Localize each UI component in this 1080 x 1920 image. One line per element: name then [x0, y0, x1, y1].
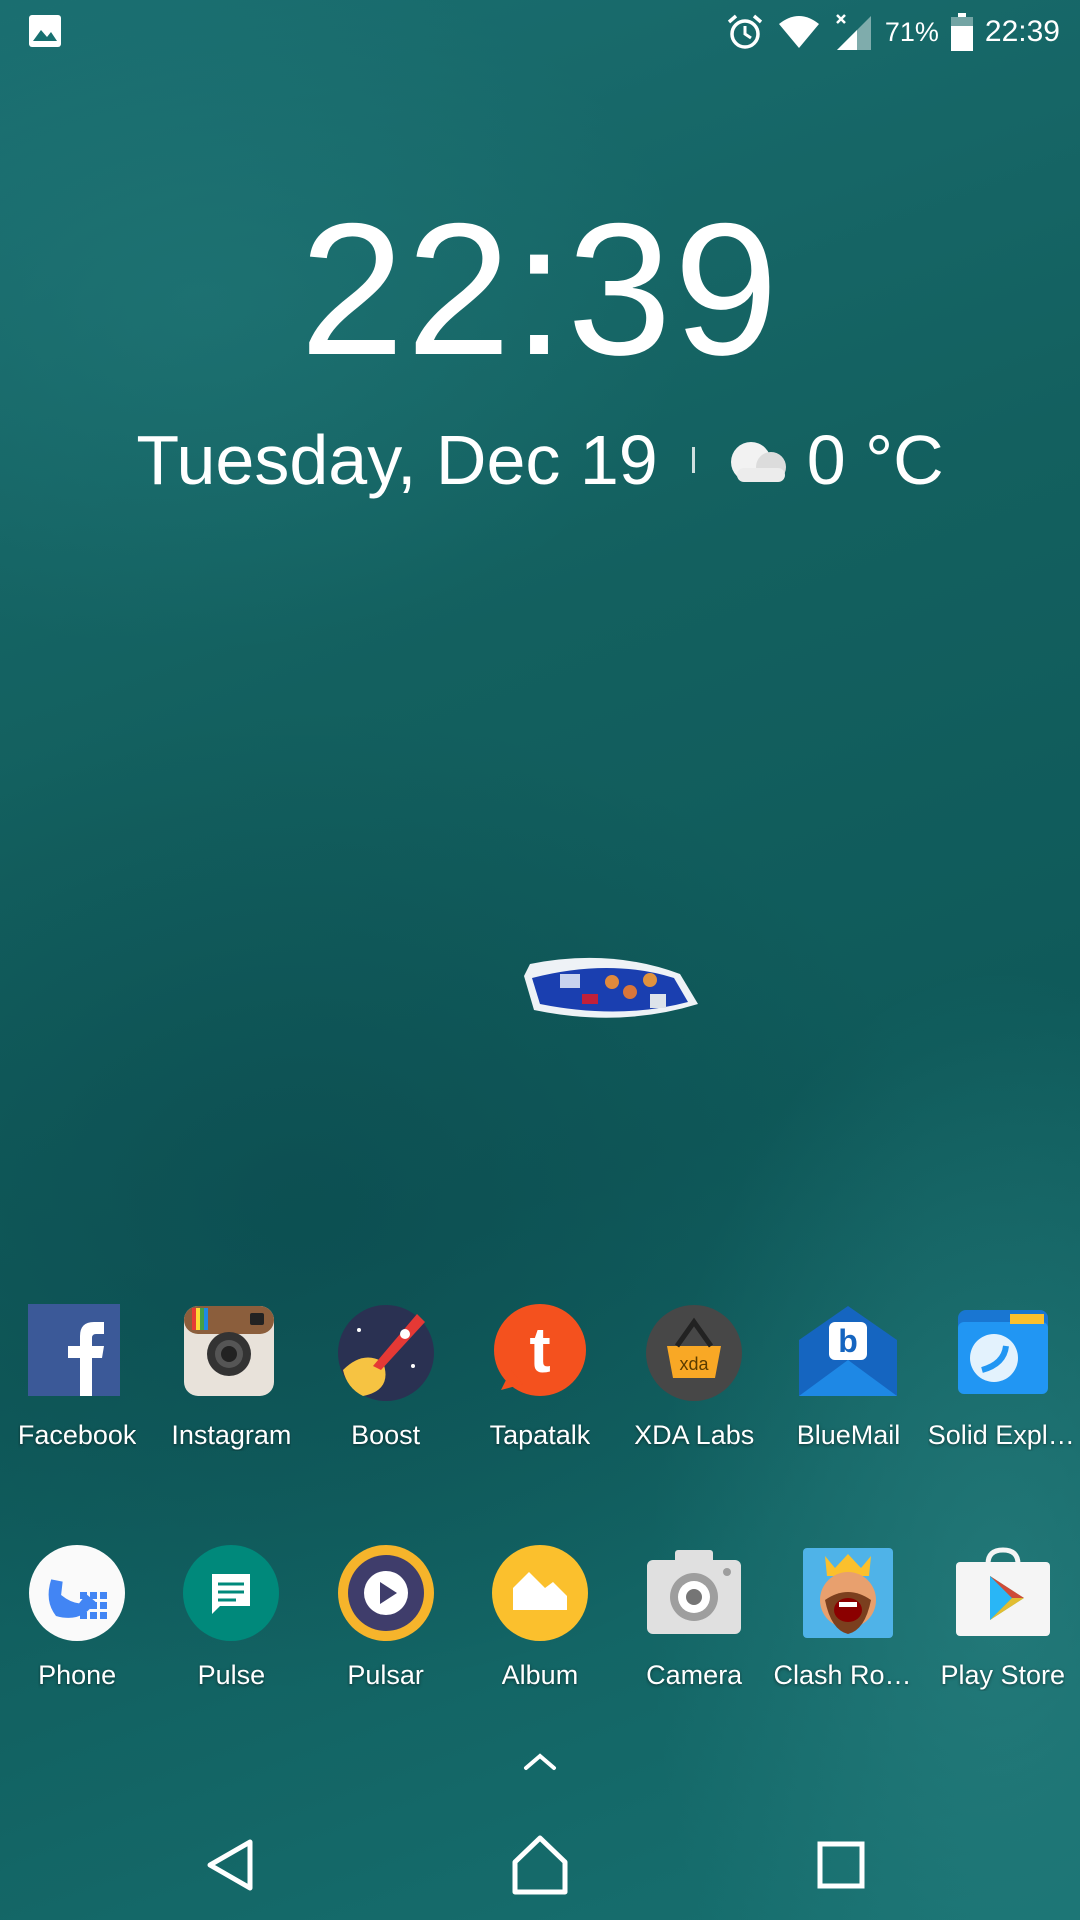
boost-rocket-icon: [337, 1305, 434, 1401]
svg-text:xda: xda: [680, 1354, 710, 1374]
tapatalk-icon: t: [493, 1304, 586, 1396]
separator: [691, 447, 695, 473]
pulse-icon: [183, 1545, 280, 1641]
date-weather-line[interactable]: Tuesday, Dec 19 0 °C: [0, 420, 1080, 500]
app-label: Boost: [351, 1420, 421, 1450]
app-label: BlueMail: [796, 1420, 901, 1450]
temperature-text: 0 °C: [806, 421, 944, 499]
status-bar: 71% 22:39: [0, 0, 1080, 63]
app-drawer-chevron-icon[interactable]: [518, 1748, 562, 1776]
boat-image: [524, 957, 698, 1018]
app-album[interactable]: Album: [463, 1540, 617, 1691]
date-text: Tuesday, Dec 19: [136, 421, 658, 499]
app-label: Pulse: [197, 1660, 266, 1690]
app-label: Facebook: [17, 1420, 137, 1450]
wifi-icon: [778, 16, 819, 48]
app-tapatalk[interactable]: t Tapatalk: [463, 1300, 617, 1451]
camera-icon: [647, 1550, 742, 1634]
app-label: Camera: [646, 1660, 743, 1690]
play-store-icon: [955, 1547, 1050, 1636]
app-label: XDA Labs: [634, 1420, 755, 1450]
app-camera[interactable]: Camera: [617, 1540, 771, 1691]
app-bluemail[interactable]: b BlueMail: [771, 1300, 925, 1451]
home-apps-row-2: Phone Pulse Pulsar Album Camera Clash Ro…: [0, 1540, 1080, 1691]
phone-icon: [29, 1545, 126, 1641]
clash-royale-icon: [803, 1548, 894, 1638]
app-label: Solid Explo...: [927, 1420, 1078, 1450]
svg-text:t: t: [529, 1314, 550, 1386]
recents-icon[interactable]: [806, 1830, 876, 1900]
app-label: Instagram: [171, 1420, 292, 1450]
navigation-bar: [0, 1800, 1080, 1920]
app-instagram[interactable]: Instagram: [154, 1300, 308, 1451]
instagram-icon: [184, 1306, 275, 1396]
facebook-icon: [28, 1304, 121, 1396]
svg-text:b: b: [839, 1323, 859, 1359]
app-label: Pulsar: [347, 1660, 424, 1690]
back-icon[interactable]: [196, 1830, 266, 1900]
app-boost[interactable]: Boost: [309, 1300, 463, 1451]
clock-time[interactable]: 22:39: [0, 195, 1080, 383]
home-icon[interactable]: [505, 1830, 575, 1900]
app-phone[interactable]: Phone: [0, 1540, 154, 1691]
battery-icon: [950, 13, 973, 51]
app-label: Play Store: [940, 1660, 1065, 1690]
alarm-icon: [727, 14, 763, 49]
solid-explorer-icon: [957, 1310, 1048, 1394]
bluemail-icon: b: [799, 1306, 898, 1396]
status-time: 22:39: [984, 15, 1060, 48]
battery-percent: 71%: [884, 16, 939, 47]
app-clash-royale[interactable]: Clash Roya...: [771, 1540, 925, 1691]
image-notification-icon: [29, 15, 61, 47]
app-solid-explorer[interactable]: Solid Explo...: [926, 1300, 1080, 1451]
app-facebook[interactable]: Facebook: [0, 1300, 154, 1451]
app-label: Phone: [38, 1660, 117, 1690]
cloud-icon: [730, 442, 786, 482]
home-apps-row-1: Facebook Instagram Boost t Tapatalk xda …: [0, 1300, 1080, 1451]
app-label: Clash Roya...: [773, 1660, 924, 1690]
app-label: Tapatalk: [489, 1420, 591, 1450]
app-label: Album: [501, 1660, 579, 1690]
app-xda-labs[interactable]: xda XDA Labs: [617, 1300, 771, 1451]
xda-labs-icon: xda: [646, 1305, 743, 1401]
app-pulse[interactable]: Pulse: [154, 1540, 308, 1691]
album-icon: [491, 1545, 588, 1641]
app-play-store[interactable]: Play Store: [926, 1540, 1080, 1691]
signal-icon: [835, 14, 871, 50]
pulsar-icon: [337, 1545, 434, 1641]
app-pulsar[interactable]: Pulsar: [309, 1540, 463, 1691]
